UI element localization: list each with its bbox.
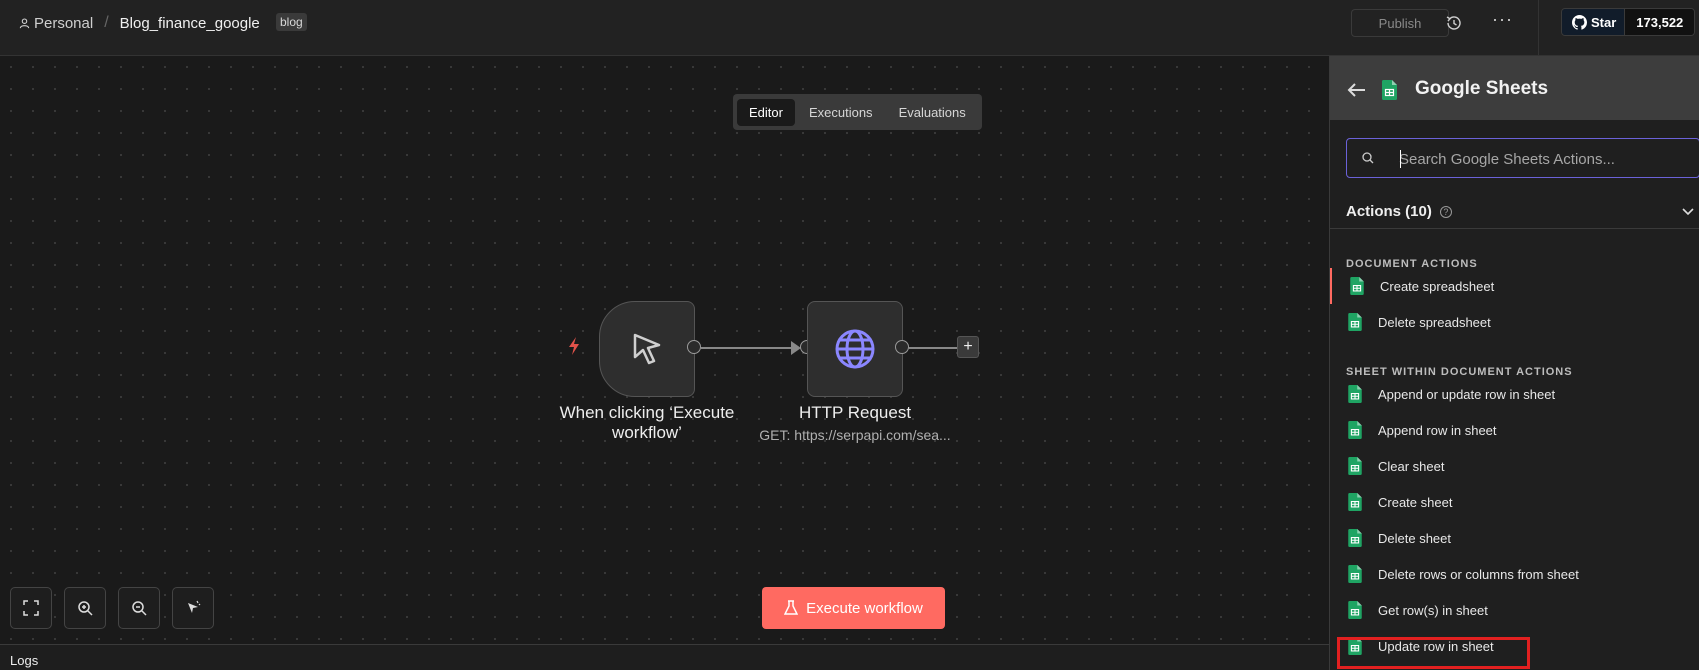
workflow-name[interactable]: Blog_finance_google bbox=[120, 15, 260, 32]
google-sheets-icon bbox=[1348, 529, 1362, 547]
search-icon bbox=[1362, 152, 1374, 164]
connection-edge bbox=[701, 347, 797, 349]
chevron-down-icon[interactable] bbox=[1682, 208, 1694, 216]
action-label: Create sheet bbox=[1378, 495, 1453, 510]
node-http-request[interactable] bbox=[807, 301, 903, 397]
zoom-out-button[interactable] bbox=[118, 587, 160, 629]
workflow-canvas[interactable]: Editor Executions Evaluations When click… bbox=[0, 56, 1329, 644]
google-sheets-icon bbox=[1348, 457, 1362, 475]
breadcrumb-project[interactable]: Personal bbox=[19, 15, 93, 32]
tab-executions[interactable]: Executions bbox=[797, 99, 885, 126]
breadcrumb: Personal / Blog_finance_google bbox=[19, 14, 260, 32]
http-node-subtitle: GET: https://serpapi.com/sea... bbox=[759, 427, 951, 443]
flask-icon bbox=[784, 600, 799, 615]
text-caret bbox=[1400, 150, 1401, 168]
action-label: Delete rows or columns from sheet bbox=[1378, 567, 1579, 582]
back-arrow-icon[interactable] bbox=[1347, 82, 1367, 98]
panel-title: Google Sheets bbox=[1415, 78, 1549, 99]
google-sheets-icon bbox=[1348, 637, 1362, 655]
action-clear-sheet[interactable]: Clear sheet bbox=[1330, 448, 1699, 484]
user-icon bbox=[19, 17, 30, 28]
tidy-up-button[interactable] bbox=[172, 587, 214, 629]
action-label: Append row in sheet bbox=[1378, 423, 1497, 438]
google-sheets-icon bbox=[1382, 80, 1397, 100]
action-create-spreadsheet[interactable]: Create spreadsheet bbox=[1330, 268, 1699, 304]
action-label: Get row(s) in sheet bbox=[1378, 603, 1488, 618]
tab-evaluations[interactable]: Evaluations bbox=[887, 99, 978, 126]
action-get-rows[interactable]: Get row(s) in sheet bbox=[1330, 592, 1699, 628]
panel-header: Google Sheets bbox=[1330, 56, 1699, 120]
google-sheets-icon bbox=[1350, 277, 1364, 295]
help-icon[interactable]: ? bbox=[1439, 205, 1452, 218]
action-label: Clear sheet bbox=[1378, 459, 1445, 474]
action-create-sheet[interactable]: Create sheet bbox=[1330, 484, 1699, 520]
http-output-port[interactable] bbox=[895, 340, 909, 354]
google-sheets-icon bbox=[1348, 601, 1362, 619]
tidy-up-icon bbox=[188, 600, 201, 613]
zoom-in-icon bbox=[78, 601, 93, 616]
node-creator-panel: Google Sheets Actions (10) ? DOCUMENT AC… bbox=[1329, 56, 1699, 670]
logs-label: Logs bbox=[10, 653, 39, 668]
google-sheets-icon bbox=[1348, 313, 1362, 331]
action-update-row[interactable]: Update row in sheet bbox=[1330, 628, 1699, 664]
action-label: Update row in sheet bbox=[1378, 639, 1494, 654]
action-append-row[interactable]: Append row in sheet bbox=[1330, 412, 1699, 448]
action-delete-rows-or-columns[interactable]: Delete rows or columns from sheet bbox=[1330, 556, 1699, 592]
google-sheets-icon bbox=[1348, 493, 1362, 511]
http-node-title: HTTP Request bbox=[798, 403, 912, 422]
more-options-icon[interactable]: ··· bbox=[1492, 10, 1512, 32]
action-delete-sheet[interactable]: Delete sheet bbox=[1330, 520, 1699, 556]
execute-workflow-label: Execute workflow bbox=[806, 599, 923, 617]
fit-view-icon bbox=[23, 600, 39, 616]
logs-bar[interactable]: Logs bbox=[0, 644, 1329, 670]
trigger-bolt-icon bbox=[569, 337, 579, 355]
github-star-button[interactable]: Star 173,522 bbox=[1561, 8, 1696, 36]
github-icon bbox=[1572, 14, 1587, 30]
breadcrumb-separator: / bbox=[104, 14, 109, 31]
action-label: Delete sheet bbox=[1378, 531, 1451, 546]
google-sheets-icon bbox=[1348, 385, 1362, 403]
search-field[interactable] bbox=[1346, 138, 1699, 178]
zoom-in-button[interactable] bbox=[64, 587, 106, 629]
workflow-tag[interactable]: blog bbox=[276, 13, 307, 31]
action-label: Append or update row in sheet bbox=[1378, 387, 1556, 402]
google-sheets-icon bbox=[1348, 421, 1362, 439]
top-bar: Personal / Blog_finance_google blog Publ… bbox=[0, 0, 1699, 56]
tab-editor[interactable]: Editor bbox=[737, 98, 795, 126]
action-label: Create spreadsheet bbox=[1380, 279, 1495, 294]
github-star-count: 173,522 bbox=[1625, 9, 1695, 35]
view-tabs: Editor Executions Evaluations bbox=[733, 94, 982, 130]
globe-icon bbox=[835, 329, 875, 369]
action-delete-spreadsheet[interactable]: Delete spreadsheet bbox=[1330, 304, 1699, 340]
divider bbox=[1330, 228, 1699, 229]
header-divider bbox=[1538, 0, 1539, 56]
history-icon[interactable] bbox=[1444, 13, 1464, 33]
actions-header[interactable]: Actions (10) ? bbox=[1346, 203, 1452, 220]
action-label: Delete spreadsheet bbox=[1378, 315, 1491, 330]
publish-button[interactable]: Publish bbox=[1351, 9, 1449, 37]
search-input[interactable] bbox=[1399, 148, 1689, 170]
trigger-output-port[interactable] bbox=[687, 340, 701, 354]
cursor-icon bbox=[633, 333, 661, 365]
execute-workflow-button[interactable]: Execute workflow bbox=[762, 587, 945, 629]
add-node-button[interactable]: + bbox=[957, 336, 979, 358]
trigger-node-title: When clicking ‘Execute workflow’ bbox=[559, 403, 735, 442]
action-append-or-update-row[interactable]: Append or update row in sheet bbox=[1330, 376, 1699, 412]
fit-view-button[interactable] bbox=[10, 587, 52, 629]
github-star-label: Star bbox=[1591, 14, 1617, 30]
zoom-out-icon bbox=[132, 601, 147, 616]
connection-edge-stub bbox=[909, 347, 957, 349]
google-sheets-icon bbox=[1348, 565, 1362, 583]
project-name: Personal bbox=[34, 14, 94, 32]
node-manual-trigger[interactable] bbox=[599, 301, 695, 397]
actions-count-label: Actions (10) bbox=[1346, 203, 1432, 220]
